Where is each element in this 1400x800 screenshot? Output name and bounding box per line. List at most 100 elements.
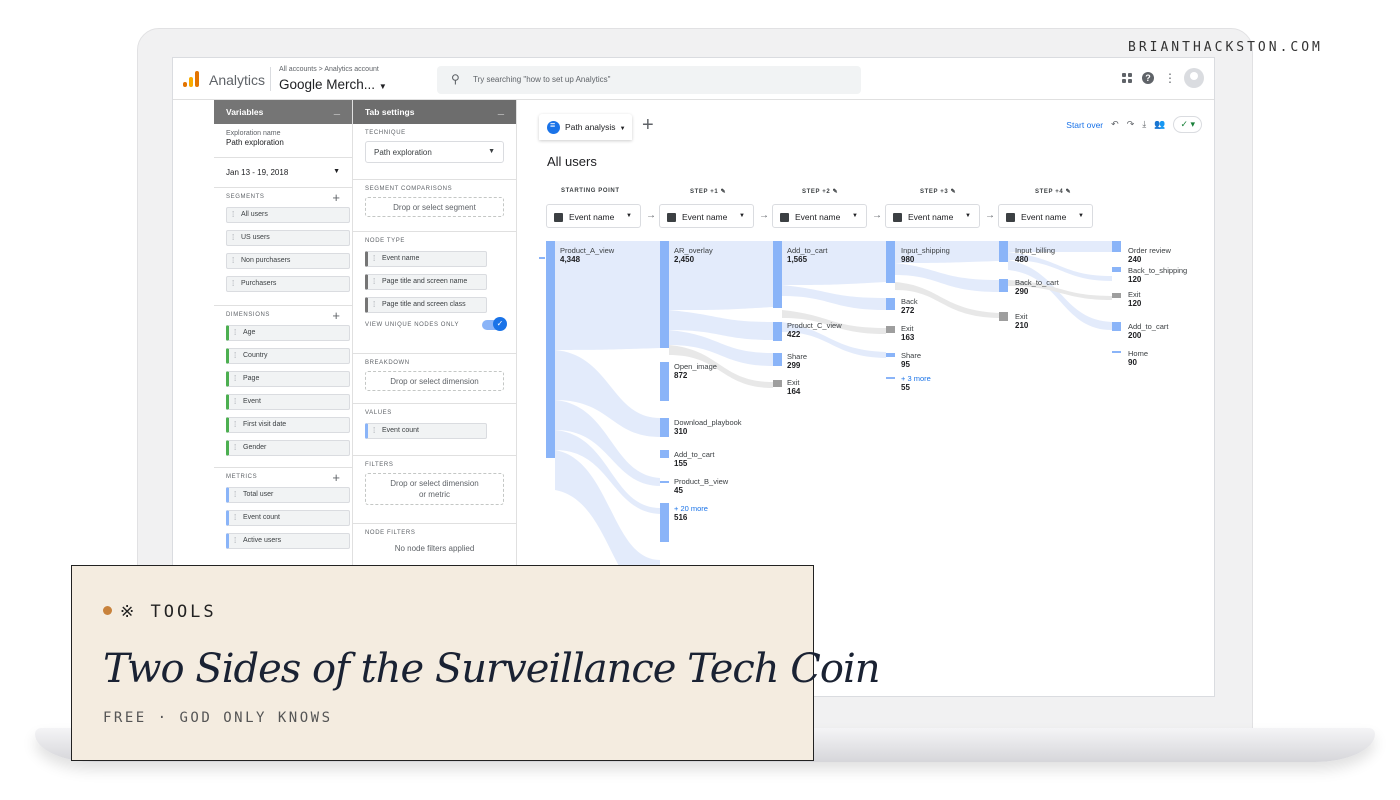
site-brand[interactable]: BRIANTHACKSTON.COM [1128,40,1323,55]
unique-nodes-toggle[interactable] [482,317,507,331]
help-icon[interactable]: ? [1142,72,1154,84]
exploration-name[interactable]: Path exploration [226,138,340,147]
segment-chip[interactable]: Purchasers [226,276,350,292]
technique-label: TECHNIQUE [365,130,406,136]
node-label[interactable]: Order review 240 [1128,246,1171,264]
node-bar [1112,241,1121,252]
node-label[interactable]: Back 272 [901,297,918,315]
node-type-section: NODE TYPE Event name Page title and scre… [353,232,516,354]
node-label[interactable]: Share 299 [787,352,807,370]
technique-dropdown[interactable]: Path exploration ▼ [365,141,504,163]
minimize-icon[interactable]: _ [498,104,504,116]
chevron-down-icon: ▼ [333,168,340,175]
node-name: Product_C_view [787,321,842,330]
add-metric-icon[interactable]: + [332,470,340,485]
node-name: + 20 more [674,504,708,513]
add-dimension-icon[interactable]: + [332,308,340,323]
account-selector[interactable]: Google Merch... ▼ [279,77,387,92]
metric-chip[interactable]: Total user [226,487,350,503]
metric-chip[interactable]: Active users [226,533,350,549]
node-name: Back_to_shipping [1128,266,1188,275]
analytics-logo-icon[interactable] [183,71,199,87]
node-label[interactable]: Exit 164 [787,378,800,396]
segments-section: SEGMENTS + All users US users Non purcha… [214,188,352,306]
value-chip[interactable]: Event count [365,423,487,439]
breadcrumb[interactable]: All accounts > Analytics account [279,66,379,73]
node-filters-status: No node filters applied [394,544,475,553]
avatar[interactable] [1184,68,1204,88]
node-label[interactable]: Add_to_cart 1,565 [787,246,827,264]
dimension-chip[interactable]: Page [226,371,350,387]
minimize-icon[interactable]: _ [334,104,340,116]
exploration-label: Exploration name [226,130,281,137]
node-label[interactable]: Exit 210 [1015,312,1028,330]
category-tag[interactable]: ※ TOOLS [103,602,217,622]
dimension-chip[interactable]: Gender [226,440,350,456]
node-label[interactable]: Share 95 [901,351,921,369]
segment-chip[interactable]: US users [226,230,350,246]
apps-grid-icon[interactable] [1122,73,1132,83]
node-name: Add_to_cart [674,450,715,459]
search-bar[interactable]: ⚲ Try searching "how to set up Analytics… [437,66,861,94]
search-input[interactable]: Try searching "how to set up Analytics" [473,75,610,84]
node-label[interactable]: Home 90 [1128,349,1148,367]
node-value: 210 [1015,321,1029,330]
node-value: 290 [1015,287,1029,296]
dimension-chip[interactable]: Event [226,394,350,410]
breakdown-section: BREAKDOWN Drop or select dimension [353,354,516,404]
node-label[interactable]: Product_B_view 45 [674,477,728,495]
node-label[interactable]: Add_to_cart 200 [1128,322,1168,340]
node-label[interactable]: Exit 120 [1128,290,1141,308]
add-segment-icon[interactable]: + [332,190,340,205]
more-nodes-link[interactable]: + 3 more 55 [901,374,931,392]
dimension-chip[interactable]: Country [226,348,350,364]
metric-chip[interactable]: Event count [226,510,350,526]
node-value: 422 [787,330,801,339]
node-label[interactable]: Product_C_view 422 [787,321,842,339]
segment-chip[interactable]: All users [226,207,350,223]
node-type-chip[interactable]: Page title and screen class [365,297,487,313]
node-type-chip[interactable]: Page title and screen name [365,274,487,290]
variables-title: Variables [226,107,264,117]
node-label[interactable]: AR_overlay 2,450 [674,246,713,264]
divider [270,67,271,91]
node-label[interactable]: Open_image 872 [674,362,717,380]
date-range-section[interactable]: Jan 13 - 19, 2018 ▼ [214,158,352,188]
node-name: Back [901,297,918,306]
node-label[interactable]: Download_playbook 310 [674,418,742,436]
node-bar [1112,351,1121,353]
node-name: AR_overlay [674,246,713,255]
node-label[interactable]: Input_billing 480 [1015,246,1055,264]
node-type-chip[interactable]: Event name [365,251,487,267]
node-label[interactable]: Add_to_cart 155 [674,450,714,468]
node-value: 120 [1128,299,1142,308]
node-label[interactable]: Product_A_view 4,348 [560,246,614,264]
exit-node-bar [999,312,1008,321]
node-label[interactable]: Back_to_cart 290 [1015,278,1059,296]
node-label[interactable]: Exit 163 [901,324,914,342]
node-label[interactable]: Back_to_shipping 120 [1128,266,1187,284]
dimension-chip[interactable]: Age [226,325,350,341]
more-vert-icon[interactable]: ⋮ [1164,71,1176,85]
article-title[interactable]: Two Sides of the Surveillance Tech Coin [103,646,881,692]
breakdown-drop-zone[interactable]: Drop or select dimension [365,371,504,391]
node-label[interactable]: Input_shipping 980 [901,246,950,264]
node-name: Exit [1128,290,1141,299]
segment-drop-zone[interactable]: Drop or select segment [365,197,504,217]
segment-chip[interactable]: Non purchasers [226,253,350,269]
filters-drop-zone[interactable]: Drop or select dimension or metric [365,473,504,505]
article-subtitle: FREE · GOD ONLY KNOWS [103,710,333,726]
more-nodes-link[interactable]: + 20 more 516 [674,504,708,522]
node-value: 480 [1015,255,1029,264]
node-value: 120 [1128,275,1142,284]
chevron-down-icon: ▼ [488,148,495,155]
node-bar [886,353,895,357]
dimension-chip[interactable]: First visit date [226,417,350,433]
date-range[interactable]: Jan 13 - 19, 2018 [226,168,288,177]
node-name: Add_to_cart [1128,322,1169,331]
article-card[interactable]: ※ TOOLS Two Sides of the Surveillance Te… [71,565,881,761]
node-name: Home [1128,349,1149,358]
node-name: + 3 more [901,374,931,383]
node-value: 2,450 [674,255,695,264]
exit-node-bar [886,326,895,333]
